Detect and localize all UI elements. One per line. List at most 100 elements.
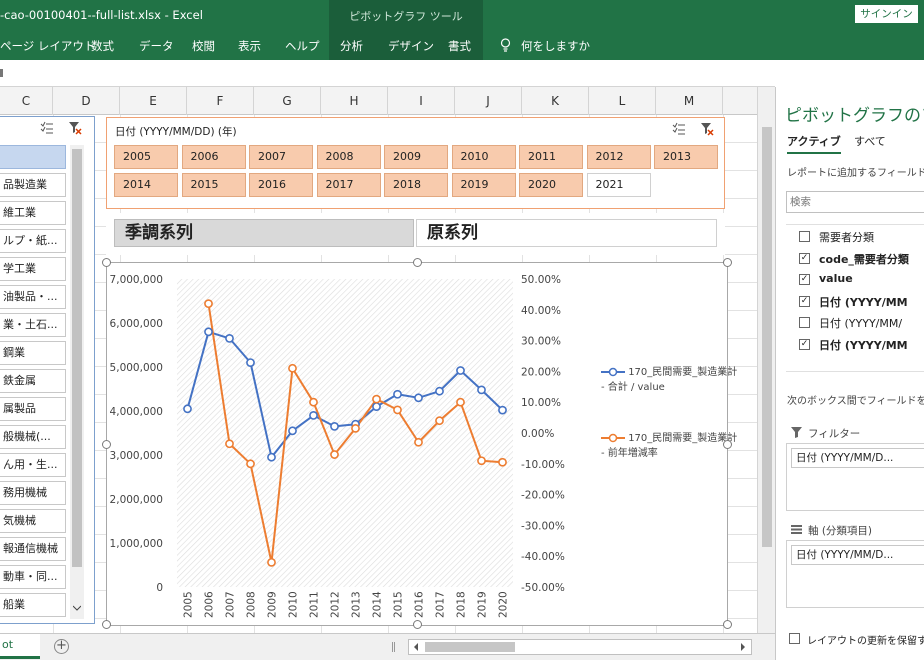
horizontal-scrollbar[interactable] (408, 639, 752, 655)
slicer-year-item[interactable]: 2009 (384, 145, 448, 169)
seasonal-series-button[interactable]: 季調系列 (114, 219, 414, 247)
slicer-item[interactable]: 気機械 (0, 509, 66, 533)
tab-splitter-icon[interactable] (392, 642, 395, 652)
slicer-item[interactable]: 鉄金属 (0, 369, 66, 393)
column-header-f[interactable]: F (187, 87, 254, 115)
slicer-item[interactable]: 務用機械 (0, 481, 66, 505)
slicer-date-year[interactable]: 日付 (YYYY/MM/DD) (年) 2005 2006 2007 2008 2009… (106, 117, 725, 209)
tab-help[interactable]: ヘルプ (285, 38, 320, 54)
tab-data[interactable]: データ (139, 38, 174, 54)
data-point[interactable] (225, 439, 234, 449)
data-point[interactable] (498, 405, 507, 415)
data-point[interactable] (435, 386, 444, 396)
chevron-down-icon[interactable] (73, 604, 81, 612)
tab-analyze[interactable]: 分析 (340, 38, 363, 54)
tab-formulas[interactable]: 数式 (91, 38, 114, 54)
slicer-year-item[interactable]: 2014 (114, 173, 178, 197)
resize-handle[interactable] (102, 440, 111, 449)
slicer-year-item[interactable]: 2018 (384, 173, 448, 197)
slicer-year-item[interactable]: 2019 (451, 173, 516, 197)
field-label[interactable]: 日付 (YYYY/MM (819, 294, 908, 310)
column-header-l[interactable]: L (589, 87, 656, 115)
resize-handle[interactable] (102, 620, 111, 629)
slicer-item[interactable]: ん用・生... (0, 453, 66, 477)
add-sheet-button[interactable]: + (54, 639, 69, 654)
slicer-year-item[interactable]: 2006 (181, 145, 246, 169)
data-point[interactable] (246, 459, 255, 469)
axis-field-item[interactable]: 日付 (YYYY/MM/D... (791, 545, 924, 565)
slicer-item[interactable]: 油製品・... (0, 285, 66, 309)
scroll-left-icon[interactable] (412, 643, 420, 651)
scroll-right-icon[interactable] (739, 643, 747, 651)
axis-area[interactable]: 日付 (YYYY/MM/D... (786, 540, 924, 608)
slicer-year-item[interactable]: 2020 (519, 173, 583, 197)
defer-update-checkbox[interactable] (789, 633, 800, 644)
data-point[interactable] (330, 421, 339, 431)
multi-select-icon[interactable] (40, 121, 54, 135)
data-point[interactable] (267, 452, 276, 462)
data-point[interactable] (414, 393, 423, 403)
slicer-year-item[interactable]: 2005 (114, 145, 178, 169)
slicer-item[interactable]: 属製品 (0, 397, 66, 421)
tell-me-search[interactable]: 何をしますか (521, 38, 590, 54)
field-label[interactable]: 日付 (YYYY/MM (819, 337, 908, 353)
field-checkbox[interactable]: ✓ (799, 252, 810, 264)
column-header-i[interactable]: I (388, 87, 455, 115)
clear-filter-icon[interactable] (68, 121, 82, 135)
tab-view[interactable]: 表示 (238, 38, 261, 54)
resize-handle[interactable] (413, 258, 422, 267)
tab-all-fields[interactable]: すべて (854, 133, 886, 149)
original-series-button[interactable]: 原系列 (416, 219, 717, 247)
field-label[interactable]: value (819, 272, 853, 285)
data-point[interactable] (456, 397, 465, 407)
slicer-year-item[interactable]: 2011 (519, 145, 583, 169)
tab-format[interactable]: 書式 (448, 38, 471, 54)
slicer-year-item[interactable]: 2015 (181, 173, 246, 197)
vertical-scroll-thumb[interactable] (762, 127, 772, 547)
data-point[interactable] (183, 404, 192, 414)
slicer-year-item[interactable]: 2012 (586, 145, 651, 169)
legend-entry-yoy[interactable]: 170_民間需要_製造業計 - 前年増減率 (601, 429, 737, 459)
slicer-scroll-thumb[interactable] (72, 149, 82, 567)
multi-select-icon[interactable] (672, 122, 686, 136)
tab-design[interactable]: デザイン (388, 38, 434, 54)
horizontal-scroll-thumb[interactable] (425, 642, 515, 652)
formula-bar[interactable] (0, 60, 775, 87)
field-checkbox[interactable] (799, 231, 810, 242)
filters-area[interactable]: 日付 (YYYY/MM/D... (786, 443, 924, 511)
slicer-year-item[interactable]: 2021 (586, 173, 651, 197)
slicer-scrollbar[interactable] (70, 145, 84, 619)
column-header-c[interactable]: C (0, 87, 53, 115)
slicer-item[interactable]: 維工業 (0, 201, 66, 225)
field-checkbox[interactable]: ✓ (799, 274, 810, 285)
tab-review[interactable]: 校閲 (192, 38, 215, 54)
resize-handle[interactable] (102, 258, 111, 267)
slicer-item[interactable]: ルプ・紙... (0, 229, 66, 253)
data-point[interactable] (351, 423, 360, 433)
slicer-item[interactable] (0, 145, 66, 169)
clear-filter-icon[interactable] (700, 122, 714, 136)
column-header-h[interactable]: H (321, 87, 388, 115)
slicer-year-item[interactable]: 2013 (654, 145, 718, 169)
column-header-j[interactable]: J (455, 87, 522, 115)
data-point[interactable] (372, 402, 381, 411)
slicer-item[interactable]: 品製造業 (0, 173, 66, 197)
resize-handle[interactable] (413, 620, 422, 629)
worksheet-vertical-scrollbar[interactable] (757, 87, 775, 633)
data-point[interactable] (498, 457, 507, 467)
slicer-item[interactable]: 業・土石... (0, 313, 66, 337)
slicer-item[interactable]: 船業 (0, 593, 66, 617)
column-header-e[interactable]: E (120, 87, 187, 115)
slicer-item[interactable]: 報通信機械 (0, 537, 66, 561)
filter-field-item[interactable]: 日付 (YYYY/MM/D... (791, 448, 924, 468)
data-point[interactable] (393, 389, 402, 399)
data-point[interactable] (393, 405, 402, 415)
data-point[interactable] (477, 385, 486, 395)
tab-page-layout[interactable]: ページ レイアウト (0, 38, 95, 54)
data-point[interactable] (372, 394, 381, 404)
slicer-item[interactable]: 般機械(... (0, 425, 66, 449)
data-point[interactable] (288, 363, 297, 373)
data-point[interactable] (288, 426, 297, 436)
field-label[interactable]: 日付 (YYYY/MM/ (819, 315, 902, 331)
field-label[interactable]: code_需要者分類 (819, 251, 909, 267)
